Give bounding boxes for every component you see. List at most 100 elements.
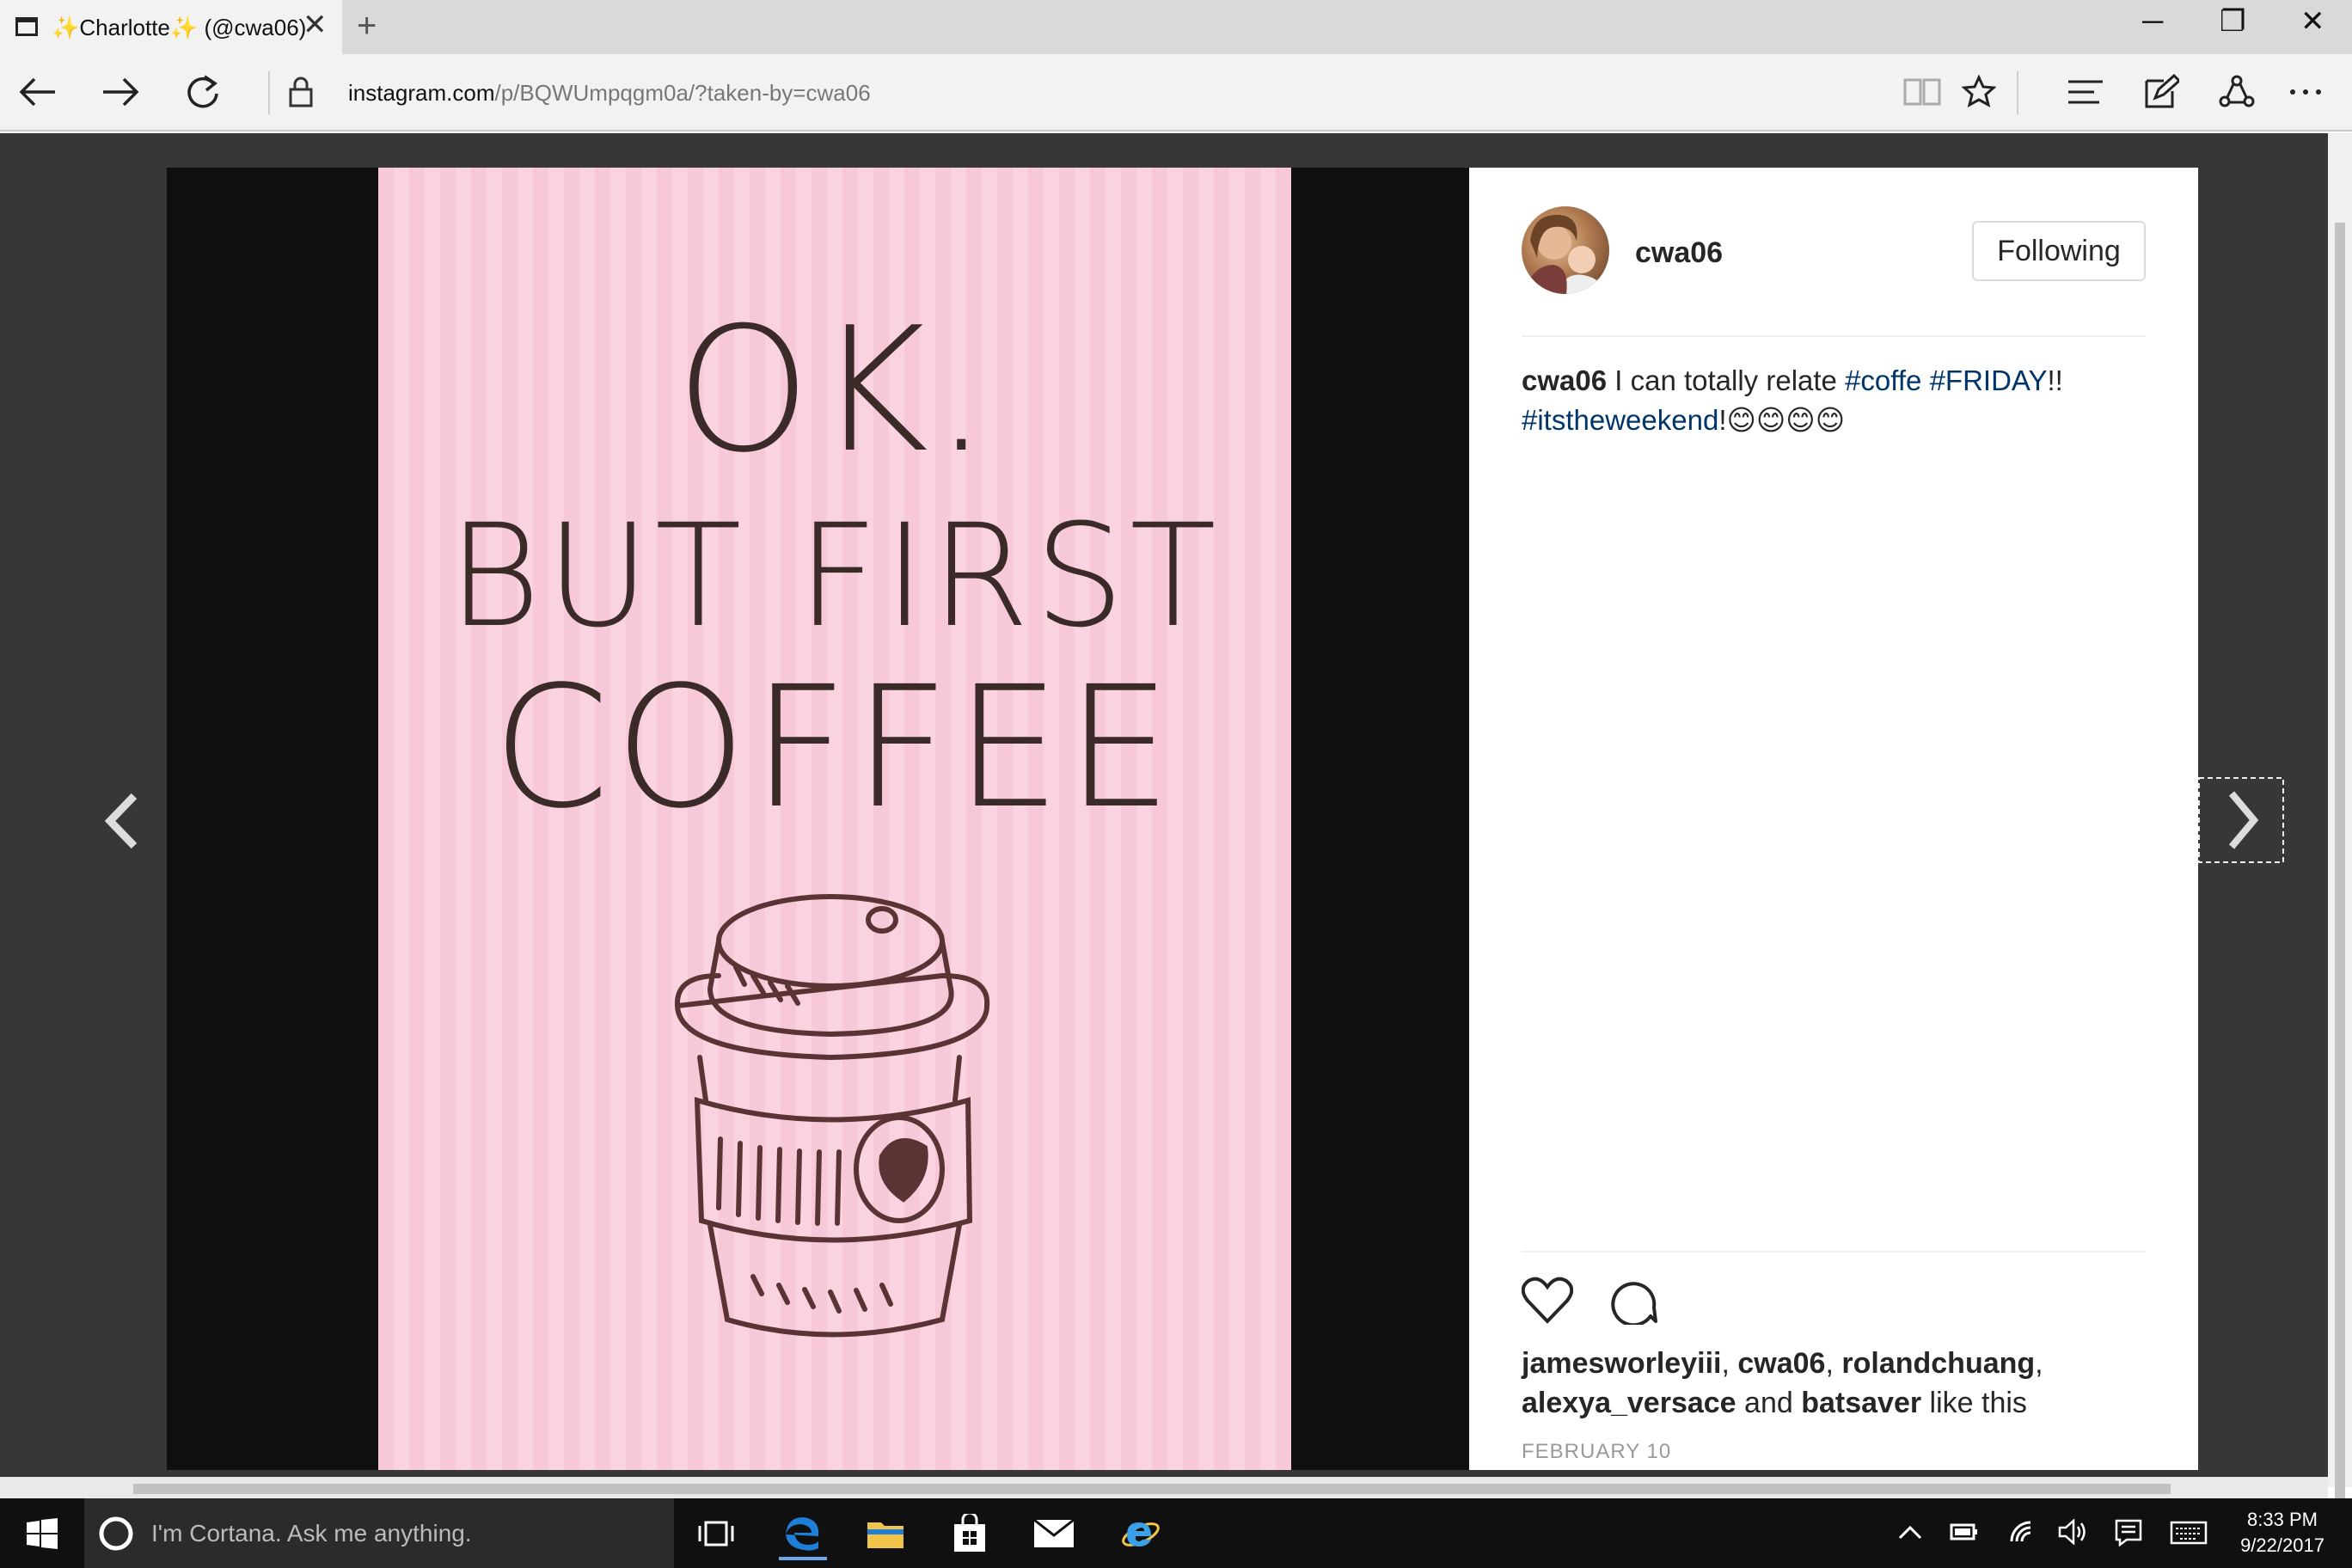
- reading-view-button[interactable]: [1900, 70, 1945, 114]
- web-note-button[interactable]: [2139, 70, 2184, 114]
- avatar[interactable]: [1522, 206, 1609, 294]
- post-image[interactable]: OK. BUT FIRST COFFEE: [378, 168, 1291, 1470]
- cortana-placeholder: I'm Cortana. Ask me anything.: [151, 1520, 472, 1547]
- previous-post-arrow-icon[interactable]: [103, 791, 141, 851]
- vertical-scrollbar[interactable]: [2328, 133, 2352, 1504]
- taskbar-store[interactable]: [947, 1514, 992, 1553]
- divider: [1522, 335, 2146, 337]
- ellipsis-icon: [2290, 89, 2321, 95]
- star-icon: [1962, 75, 1996, 107]
- url-field[interactable]: instagram.com/p/BQWUmpqgm0a/?taken-by=cw…: [348, 80, 871, 107]
- likes-suffix: like this: [1921, 1387, 2027, 1419]
- caption-emoji: !😊😊😊😊: [1718, 404, 1846, 436]
- back-arrow-icon: [19, 77, 55, 107]
- liker-username[interactable]: alexya_versace: [1522, 1387, 1736, 1419]
- likes-separator: ,: [2035, 1347, 2043, 1380]
- scroll-thumb[interactable]: [2335, 223, 2345, 1504]
- network-wifi-icon[interactable]: [2008, 1519, 2034, 1545]
- forward-button[interactable]: [98, 70, 143, 114]
- taskbar: I'm Cortana. Ask me anything. 8:33 PM 9/…: [0, 1498, 2352, 1568]
- clock-time: 8:33 PM: [2247, 1509, 2318, 1530]
- system-clock[interactable]: 8:33 PM 9/22/2017: [2226, 1507, 2338, 1559]
- hashtag-itstheweekend[interactable]: #itstheweekend: [1522, 404, 1718, 436]
- action-center-icon[interactable]: [2115, 1519, 2142, 1547]
- edge-icon: [786, 1517, 819, 1551]
- liker-username[interactable]: rolandchuang: [1841, 1347, 2035, 1380]
- liker-username[interactable]: batsaver: [1801, 1387, 1921, 1419]
- caption-exclaim: !!: [2047, 364, 2063, 396]
- url-path: /p/BQWUmpqgm0a/?taken-by=cwa06: [494, 80, 871, 106]
- mail-icon: [1033, 1518, 1075, 1547]
- post-caption: cwa06 I can totally relate #coffe #FRIDA…: [1522, 361, 2146, 440]
- start-button[interactable]: [24, 1514, 60, 1553]
- favorite-button[interactable]: [1957, 70, 2001, 114]
- back-button[interactable]: [15, 70, 60, 114]
- following-button[interactable]: Following: [1972, 221, 2146, 281]
- taskbar-mail[interactable]: [1030, 1514, 1078, 1553]
- post-image-frame: OK. BUT FIRST COFFEE: [167, 168, 1469, 1470]
- share-icon: [2219, 75, 2255, 107]
- taskbar-edge[interactable]: [779, 1509, 827, 1560]
- scroll-thumb[interactable]: [133, 1484, 2171, 1494]
- restore-button[interactable]: ❐: [2220, 7, 2245, 36]
- hashtag-coffe[interactable]: #coffe: [1845, 364, 1921, 396]
- image-text-ok: OK.: [675, 291, 995, 491]
- taskbar-file-explorer[interactable]: [863, 1514, 908, 1553]
- browser-tab[interactable]: ✨Charlotte✨ (@cwa06) ✕: [0, 0, 342, 54]
- likes-separator: ,: [1721, 1347, 1738, 1380]
- battery-icon[interactable]: [1950, 1522, 1979, 1541]
- separator: [268, 71, 270, 114]
- likes-separator: ,: [1825, 1347, 1842, 1380]
- task-view-icon: [698, 1521, 734, 1547]
- image-text-but-first: BUT FIRST: [448, 493, 1222, 658]
- cortana-search-box[interactable]: I'm Cortana. Ask me anything.: [84, 1498, 674, 1568]
- likes-and: and: [1736, 1387, 1802, 1419]
- lock-icon: [279, 70, 323, 114]
- minimize-button[interactable]: ─: [2142, 7, 2163, 36]
- post-author-username[interactable]: cwa06: [1635, 236, 1723, 270]
- liker-username[interactable]: cwa06: [1737, 1347, 1825, 1380]
- refresh-button[interactable]: [181, 70, 225, 114]
- touch-keyboard-icon[interactable]: [2170, 1521, 2208, 1545]
- comment-bubble-icon[interactable]: [1609, 1278, 1657, 1325]
- tab-title: ✨Charlotte✨ (@cwa06): [52, 15, 307, 40]
- tab-close-icon[interactable]: ✕: [303, 10, 328, 40]
- new-tab-button[interactable]: +: [357, 9, 377, 43]
- book-icon: [1903, 78, 1941, 106]
- share-button[interactable]: [2214, 70, 2259, 114]
- image-text-coffee: COFFEE: [492, 650, 1178, 845]
- hashtag-friday[interactable]: #FRIDAY: [1930, 364, 2048, 396]
- windows-logo-icon: [27, 1518, 58, 1549]
- divider: [1522, 1251, 2146, 1253]
- tab-page-icon: [15, 17, 38, 36]
- caption-username[interactable]: cwa06: [1522, 364, 1607, 396]
- forward-arrow-icon: [103, 77, 139, 107]
- task-view-button[interactable]: [695, 1514, 738, 1553]
- horizontal-scrollbar[interactable]: [0, 1477, 2328, 1498]
- next-post-arrow-icon[interactable]: [2197, 776, 2285, 864]
- volume-icon[interactable]: [2058, 1519, 2087, 1545]
- refresh-icon: [187, 75, 218, 108]
- show-hidden-icons-chevron-icon[interactable]: [1898, 1524, 1922, 1540]
- cortana-icon: [99, 1516, 133, 1551]
- more-menu-button[interactable]: [2283, 70, 2328, 114]
- folder-icon: [867, 1522, 903, 1548]
- post-date[interactable]: FEBRUARY 10: [1522, 1440, 1671, 1464]
- address-bar: instagram.com/p/BQWUmpqgm0a/?taken-by=cw…: [0, 54, 2352, 132]
- url-host: instagram.com: [348, 80, 495, 106]
- avatar-photo: [1525, 214, 1604, 294]
- caption-text: I can totally relate: [1607, 364, 1846, 396]
- hub-button[interactable]: [2063, 70, 2108, 114]
- separator: [2017, 71, 2018, 114]
- liker-username[interactable]: jamesworleyiii: [1522, 1347, 1721, 1380]
- tab-strip: ✨Charlotte✨ (@cwa06) ✕ + ─ ❐ ✕: [0, 0, 2352, 54]
- coffee-cup-illustration: [674, 894, 990, 1338]
- store-bag-icon: [954, 1514, 985, 1552]
- pen-note-icon: [2145, 74, 2179, 108]
- post-details-panel: cwa06 Following cwa06 I can totally rela…: [1469, 168, 2198, 1486]
- like-heart-icon[interactable]: [1522, 1277, 1573, 1325]
- close-window-button[interactable]: ✕: [2300, 7, 2325, 36]
- hub-icon: [2068, 80, 2103, 104]
- internet-explorer-icon: [1122, 1522, 1160, 1547]
- taskbar-internet-explorer[interactable]: [1118, 1514, 1164, 1553]
